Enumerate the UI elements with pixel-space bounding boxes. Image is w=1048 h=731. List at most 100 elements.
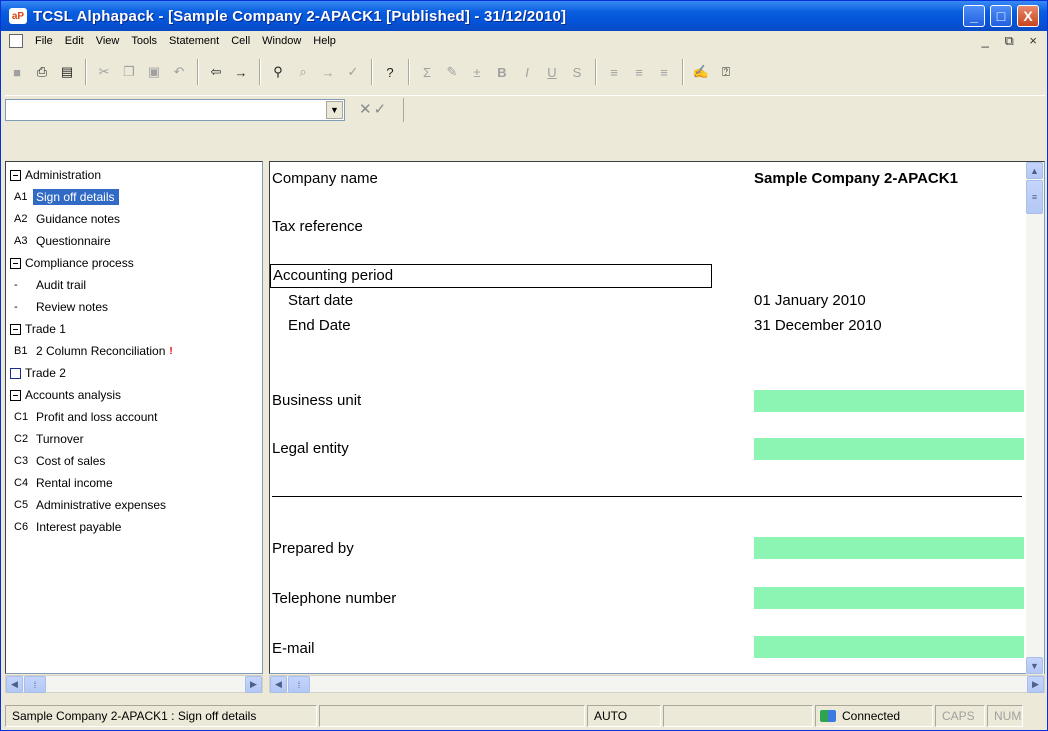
align-right-icon[interactable]: ≡: [652, 60, 676, 84]
toolbar-separator: [197, 59, 199, 85]
title-bar[interactable]: aP TCSL Alphapack - [Sample Company 2-AP…: [1, 1, 1047, 31]
menu-help[interactable]: Help: [307, 35, 342, 47]
tree-item-c2[interactable]: C2 Turnover: [6, 428, 261, 450]
print-icon[interactable]: ⎙: [30, 60, 54, 84]
copy-icon[interactable]: ❐: [117, 60, 141, 84]
collapse-icon[interactable]: [10, 389, 21, 401]
formula-input[interactable]: [403, 98, 1043, 122]
tree-item-c1[interactable]: C1 Profit and loss account: [6, 406, 261, 428]
context-help-icon[interactable]: ⍰: [714, 60, 738, 84]
align-left-icon[interactable]: ≡: [602, 60, 626, 84]
maximize-button[interactable]: □: [990, 5, 1012, 27]
menu-bar: File Edit View Tools Statement Cell Wind…: [1, 31, 1047, 51]
status-num: NUM: [987, 705, 1023, 727]
cell-reference-combo[interactable]: ▼: [5, 99, 345, 121]
find-binoculars-icon[interactable]: ⚲: [266, 60, 290, 84]
menu-statement[interactable]: Statement: [163, 35, 225, 47]
sign-off-form: Company name Sample Company 2-APACK1 Tax…: [269, 161, 1045, 674]
accept-edit-icon[interactable]: ✓: [374, 101, 389, 118]
tree-horizontal-scrollbar[interactable]: ◀ ⁞ ▶: [5, 675, 263, 693]
formula-bar: ▼ ✕✓: [5, 95, 1045, 127]
scroll-down-icon[interactable]: ▼: [1026, 657, 1043, 674]
tree-item-c3[interactable]: C3 Cost of sales: [6, 450, 261, 472]
company-name-value[interactable]: Sample Company 2-APACK1: [754, 170, 958, 187]
help-icon[interactable]: ?: [378, 60, 402, 84]
tree-section-accounts-analysis[interactable]: Accounts analysis: [6, 384, 261, 406]
tree-section-compliance[interactable]: Compliance process: [6, 252, 261, 274]
tree-section-trade-1[interactable]: Trade 1: [6, 318, 261, 340]
collapse-icon[interactable]: [10, 169, 21, 181]
scroll-left-icon[interactable]: ◀: [270, 676, 287, 693]
scroll-thumb[interactable]: ⁞: [288, 676, 310, 693]
status-mode: AUTO: [587, 705, 661, 727]
start-date-label: Start date: [288, 292, 354, 309]
form-horizontal-scrollbar[interactable]: ◀ ⁞ ▶: [269, 675, 1045, 693]
tree-section-trade-2[interactable]: Trade 2: [6, 362, 261, 384]
scroll-left-icon[interactable]: ◀: [6, 676, 23, 693]
undo-icon[interactable]: ↶: [167, 60, 191, 84]
business-unit-input[interactable]: [754, 390, 1024, 412]
tree-section-administration[interactable]: Administration: [6, 164, 261, 186]
prepared-by-label: Prepared by: [272, 540, 354, 557]
print-preview-icon[interactable]: ▤: [55, 60, 79, 84]
scroll-thumb[interactable]: ≡: [1026, 180, 1043, 214]
telephone-input[interactable]: [754, 587, 1024, 609]
menu-view[interactable]: View: [90, 35, 126, 47]
start-date-value[interactable]: 01 January 2010: [754, 292, 866, 309]
save-icon[interactable]: ■: [5, 60, 29, 84]
tree-item-c4[interactable]: C4 Rental income: [6, 472, 261, 494]
scroll-thumb[interactable]: ⁞: [24, 676, 46, 693]
align-center-icon[interactable]: ≡: [627, 60, 651, 84]
child-window-controls[interactable]: _ ⧉ ×: [982, 33, 1043, 49]
sum-icon[interactable]: Σ: [415, 60, 439, 84]
tree-item-a1[interactable]: A1 Sign off details: [6, 186, 261, 208]
tree-item-review-notes[interactable]: - Review notes: [6, 296, 261, 318]
minimize-button[interactable]: _: [963, 5, 985, 27]
tree-item-audit-trail[interactable]: - Audit trail: [6, 274, 261, 296]
tree-item-a2[interactable]: A2 Guidance notes: [6, 208, 261, 230]
chevron-down-icon[interactable]: ▼: [326, 101, 343, 119]
collapse-icon[interactable]: [10, 257, 21, 269]
bold-icon[interactable]: B: [490, 60, 514, 84]
goto-icon[interactable]: →: [316, 60, 340, 84]
tree-item-c6[interactable]: C6 Interest payable: [6, 516, 261, 538]
scroll-right-icon[interactable]: ▶: [1027, 676, 1044, 693]
end-date-value[interactable]: 31 December 2010: [754, 317, 882, 334]
back-arrow-icon[interactable]: ⇦: [204, 60, 228, 84]
prepared-by-input[interactable]: [754, 537, 1024, 559]
cancel-edit-icon[interactable]: ✕: [359, 101, 374, 118]
italic-icon[interactable]: I: [515, 60, 539, 84]
notes-icon[interactable]: ✍: [689, 60, 713, 84]
form-vertical-scrollbar[interactable]: ▲ ≡ ▼: [1026, 162, 1044, 674]
menu-file[interactable]: File: [29, 35, 59, 47]
paste-icon[interactable]: ▣: [142, 60, 166, 84]
menu-window[interactable]: Window: [256, 35, 307, 47]
forward-arrow-icon[interactable]: →: [229, 60, 253, 84]
toolbar-separator: [682, 59, 684, 85]
menu-tools[interactable]: Tools: [125, 35, 163, 47]
legal-entity-input[interactable]: [754, 438, 1024, 460]
document-icon[interactable]: [9, 34, 23, 48]
tree-item-c5[interactable]: C5 Administrative expenses: [6, 494, 261, 516]
section-box-icon[interactable]: [10, 367, 21, 379]
cut-icon[interactable]: ✂: [92, 60, 116, 84]
scroll-right-icon[interactable]: ▶: [245, 676, 262, 693]
edit-cell-icon[interactable]: ✎: [440, 60, 464, 84]
tree-item-a3[interactable]: A3 Questionnaire: [6, 230, 261, 252]
strikethrough-icon[interactable]: S: [565, 60, 589, 84]
email-input[interactable]: [754, 636, 1024, 658]
scroll-up-icon[interactable]: ▲: [1026, 162, 1043, 179]
status-document: Sample Company 2-APACK1 : Sign off detai…: [5, 705, 317, 727]
close-button[interactable]: X: [1017, 5, 1039, 27]
email-label: E-mail: [272, 640, 315, 657]
menu-edit[interactable]: Edit: [59, 35, 90, 47]
spellcheck-icon[interactable]: ✓: [341, 60, 365, 84]
tree-item-b1[interactable]: B1 2 Column Reconciliation !: [6, 340, 261, 362]
menu-cell[interactable]: Cell: [225, 35, 256, 47]
formula-buttons: ✕✓: [359, 100, 388, 118]
toolbar-separator: [408, 59, 410, 85]
plus-minus-icon[interactable]: ±: [465, 60, 489, 84]
underline-icon[interactable]: U: [540, 60, 564, 84]
collapse-icon[interactable]: [10, 323, 21, 335]
find-next-icon[interactable]: ⌕: [291, 60, 315, 84]
